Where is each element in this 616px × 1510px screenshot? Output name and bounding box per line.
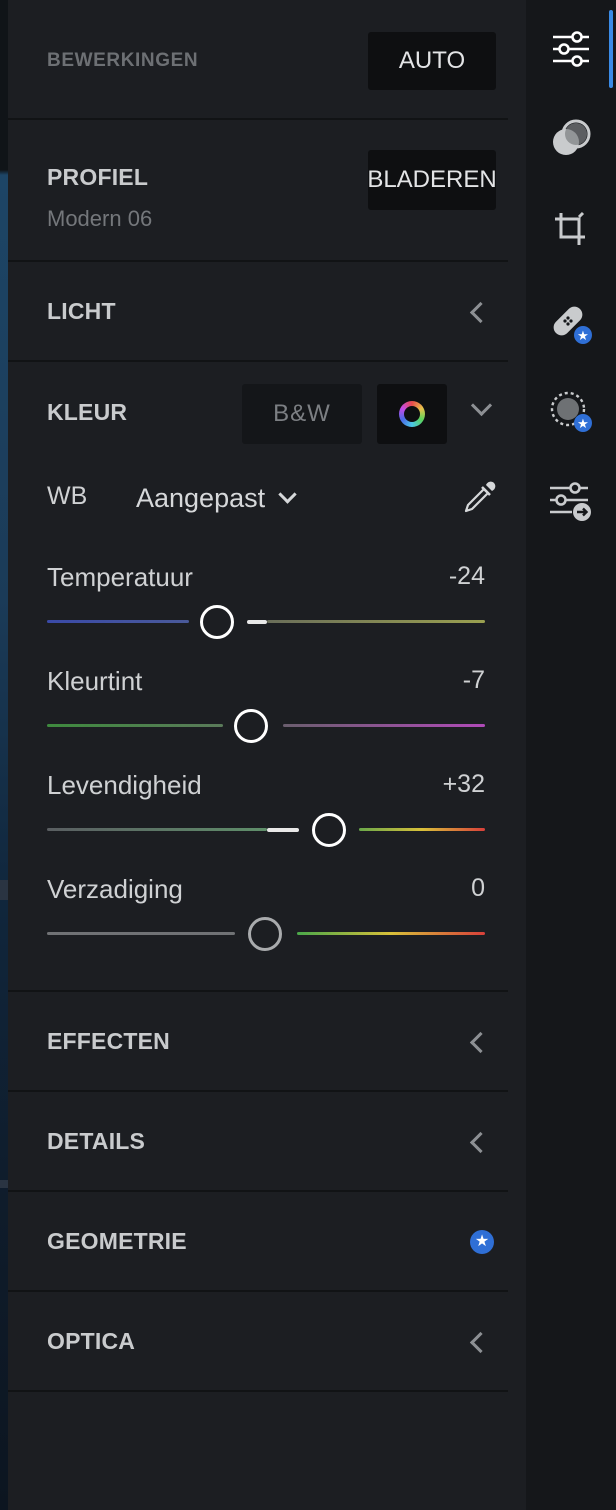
temperature-value: -24	[448, 562, 485, 590]
panel-title: BEWERKINGEN	[47, 50, 199, 71]
chevron-left-icon[interactable]	[469, 1131, 492, 1154]
profile-value: Modern 06	[47, 206, 153, 231]
color-section: KLEUR B&W WB Aangepast Temperatuur -24 K…	[8, 362, 508, 992]
details-section[interactable]: DETAILS	[8, 1092, 508, 1192]
vibrance-label: Levendigheid	[47, 770, 202, 800]
photo-edge-strip	[0, 0, 8, 1510]
wb-dropdown[interactable]: Aangepast	[136, 480, 297, 516]
browse-button[interactable]: BLADEREN	[367, 150, 497, 210]
details-title: DETAILS	[47, 1128, 146, 1154]
active-tool-indicator	[609, 10, 613, 88]
temperature-label: Temperatuur	[47, 562, 193, 592]
healing-bandage-icon[interactable]: ★	[544, 296, 598, 350]
tint-thumb[interactable]	[234, 709, 268, 743]
edit-panel: BEWERKINGEN AUTO PROFIEL Modern 06 BLADE…	[8, 0, 526, 1510]
temperature-slider[interactable]: Temperatuur -24	[47, 562, 485, 652]
crop-icon[interactable]	[544, 202, 598, 256]
svg-text:★: ★	[577, 417, 589, 432]
chevron-down-icon[interactable]	[470, 394, 493, 417]
bw-button[interactable]: B&W	[242, 384, 362, 444]
vibrance-value: +32	[442, 770, 485, 798]
saturation-slider[interactable]: Verzadiging 0	[47, 874, 485, 964]
saturation-thumb[interactable]	[248, 917, 282, 951]
svg-text:★: ★	[577, 329, 589, 344]
selective-mask-icon[interactable]	[544, 112, 598, 166]
vibrance-thumb[interactable]	[312, 813, 346, 847]
chevron-down-icon	[278, 484, 297, 504]
saturation-value: 0	[471, 874, 485, 902]
geometry-title: GEOMETRIE	[47, 1228, 187, 1254]
color-wheel-icon	[399, 401, 425, 427]
chevron-left-icon[interactable]	[469, 1331, 492, 1354]
presets-icon[interactable]	[544, 474, 598, 528]
tint-value: -7	[462, 666, 485, 694]
edit-header: BEWERKINGEN AUTO	[8, 0, 508, 120]
geometry-section[interactable]: GEOMETRIE ★	[8, 1192, 508, 1292]
eyedropper-icon[interactable]	[460, 477, 500, 517]
tint-slider[interactable]: Kleurtint -7	[47, 666, 485, 756]
tint-label: Kleurtint	[47, 666, 143, 696]
premium-star-icon: ★	[470, 1230, 494, 1254]
color-title: KLEUR	[47, 399, 128, 425]
temperature-thumb[interactable]	[200, 605, 234, 639]
light-section[interactable]: LICHT	[8, 262, 508, 362]
optics-title: OPTICA	[47, 1328, 136, 1354]
blur-mask-icon[interactable]: ★	[544, 384, 598, 438]
vibrance-slider[interactable]: Levendigheid +32	[47, 770, 485, 860]
wb-value: Aangepast	[136, 482, 266, 513]
optics-section[interactable]: OPTICA	[8, 1292, 508, 1392]
saturation-label: Verzadiging	[47, 874, 183, 904]
tool-rail: ★ ★	[526, 0, 616, 1510]
effects-section[interactable]: EFFECTEN	[8, 992, 508, 1092]
wb-label: WB	[47, 482, 88, 510]
chevron-left-icon[interactable]	[469, 301, 492, 324]
chevron-left-icon[interactable]	[469, 1031, 492, 1054]
auto-button[interactable]: AUTO	[368, 32, 496, 90]
profile-title: PROFIEL	[47, 164, 149, 190]
color-mode-button[interactable]	[377, 384, 447, 444]
effects-title: EFFECTEN	[47, 1028, 170, 1054]
light-title: LICHT	[47, 298, 116, 324]
profile-section: PROFIEL Modern 06 BLADEREN	[8, 120, 508, 262]
edit-sliders-icon[interactable]	[544, 22, 598, 76]
